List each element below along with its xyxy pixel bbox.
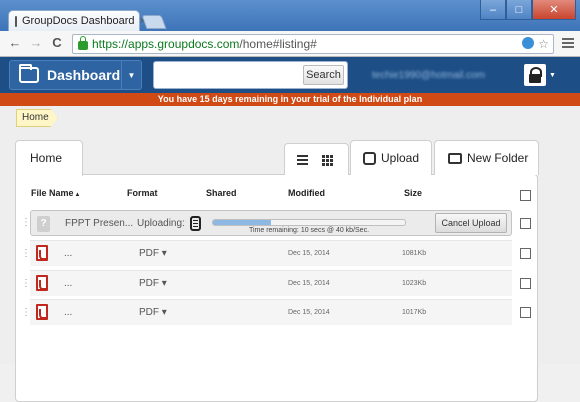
- file-size: 1017Kb: [402, 309, 427, 316]
- upload-icon: [363, 151, 376, 165]
- search-box: Search: [153, 61, 348, 89]
- maximize-icon[interactable]: □: [506, 0, 532, 20]
- drag-handle-icon[interactable]: ⋮: [21, 248, 31, 259]
- modified-date: Dec 15, 2014: [288, 280, 330, 287]
- upload-button[interactable]: Upload: [350, 140, 432, 175]
- upload-label: Upload: [381, 151, 420, 165]
- row-checkbox[interactable]: [520, 307, 531, 318]
- uploading-row: ? FPPT Presen... Uploading: Time remaini…: [30, 210, 512, 236]
- row-checkbox[interactable]: [520, 248, 531, 259]
- folder-icon: [19, 64, 39, 83]
- extension-icon[interactable]: [522, 37, 535, 49]
- dashboard-label: Dashboard: [47, 67, 121, 83]
- bookmark-star-icon[interactable]: ☆: [538, 37, 549, 51]
- drag-handle-icon[interactable]: ⋮: [21, 217, 31, 228]
- new-tab-button[interactable]: [141, 15, 167, 29]
- table-row[interactable]: ... PDF ▾ Dec 15, 2014 1081Kb: [30, 240, 512, 266]
- pdf-file-icon: [36, 275, 48, 291]
- file-size: 1081Kb: [402, 250, 427, 257]
- user-menu-caret-icon[interactable]: ▼: [549, 72, 556, 79]
- browser-toolbar: ← → C https://apps.groupdocs.com/home#li…: [0, 31, 580, 57]
- format-dropdown[interactable]: PDF ▾: [139, 278, 167, 289]
- select-all-checkbox[interactable]: [520, 190, 531, 201]
- search-button[interactable]: Search: [303, 65, 344, 85]
- minimize-icon[interactable]: –: [480, 0, 506, 20]
- sort-arrow-icon: ▲: [74, 192, 81, 198]
- new-folder-button[interactable]: New Folder: [434, 140, 539, 175]
- url-text: https://apps.groupdocs.com/home#listing#: [92, 37, 317, 51]
- breadcrumb[interactable]: Home: [16, 109, 58, 127]
- column-modified[interactable]: Modified: [288, 188, 325, 198]
- browser-tab[interactable]: GroupDocs Dashboard ×: [8, 10, 146, 31]
- modified-date: Dec 15, 2014: [288, 309, 330, 316]
- file-name[interactable]: ...: [64, 248, 72, 259]
- url-path: /home#listing#: [239, 37, 317, 51]
- browser-menu-icon[interactable]: [562, 36, 574, 50]
- browser-titlebar: GroupDocs Dashboard × – □ ✕: [0, 0, 580, 31]
- forward-icon[interactable]: →: [27, 35, 45, 50]
- mobile-device-icon: [190, 216, 201, 231]
- address-bar[interactable]: https://apps.groupdocs.com/home#listing#…: [72, 34, 554, 54]
- list-view-icon[interactable]: [297, 155, 308, 167]
- tab-home[interactable]: Home: [15, 140, 83, 176]
- pdf-file-icon: [36, 304, 48, 320]
- column-file-name[interactable]: File Name▲: [31, 188, 80, 198]
- close-window-icon[interactable]: ✕: [532, 0, 576, 20]
- table-row[interactable]: ... PDF ▾ Dec 15, 2014 1017Kb: [30, 299, 512, 325]
- drag-handle-icon[interactable]: ⋮: [21, 307, 31, 318]
- column-file-name-label: File Name: [31, 188, 74, 198]
- new-folder-icon: [448, 152, 462, 164]
- column-size[interactable]: Size: [404, 188, 422, 198]
- window-controls: – □ ✕: [480, 0, 576, 20]
- row-checkbox[interactable]: [520, 278, 531, 289]
- app-header: Dashboard ▼ Search techie1990@hotmail.co…: [0, 57, 580, 93]
- url-host: https://apps.groupdocs.com: [92, 37, 240, 51]
- file-name[interactable]: FPPT Presen...: [65, 218, 133, 229]
- file-name[interactable]: ...: [64, 278, 72, 289]
- column-shared[interactable]: Shared: [206, 188, 237, 198]
- file-size: 1023Kb: [402, 280, 427, 287]
- main-content: Home Home Upload New Folder File Name▲ F…: [0, 106, 580, 402]
- trial-banner: You have 15 days remaining in your trial…: [0, 93, 580, 106]
- upload-status: Uploading:: [137, 218, 185, 229]
- grid-view-icon[interactable]: [322, 155, 333, 166]
- modified-date: Dec 15, 2014: [288, 250, 330, 257]
- tab-home-label: Home: [30, 151, 63, 165]
- format-dropdown[interactable]: PDF ▾: [139, 307, 167, 318]
- chevron-down-icon[interactable]: ▼: [121, 61, 141, 89]
- user-email[interactable]: techie1990@hotmail.com: [372, 70, 485, 81]
- file-name[interactable]: ...: [64, 307, 72, 318]
- favicon-icon: [15, 15, 17, 27]
- lock-icon: [78, 36, 88, 50]
- pdf-file-icon: [36, 245, 48, 261]
- column-format[interactable]: Format: [127, 188, 158, 198]
- upload-progress-bar: [212, 219, 406, 226]
- dashboard-button[interactable]: Dashboard ▼: [9, 60, 142, 90]
- table-row[interactable]: ... PDF ▾ Dec 15, 2014 1023Kb: [30, 270, 512, 296]
- upload-progress-fill: [213, 220, 271, 225]
- back-icon[interactable]: ←: [6, 35, 24, 50]
- unknown-file-icon: ?: [37, 216, 50, 232]
- new-folder-label: New Folder: [467, 151, 529, 165]
- cancel-upload-button[interactable]: Cancel Upload: [435, 213, 507, 233]
- search-input[interactable]: [156, 64, 301, 86]
- drag-handle-icon[interactable]: ⋮: [21, 278, 31, 289]
- user-avatar-icon[interactable]: [524, 64, 546, 86]
- row-checkbox[interactable]: [520, 218, 531, 229]
- time-remaining: Time remaining: 10 secs @ 40 kb/Sec.: [248, 227, 370, 234]
- view-toggle: [284, 143, 349, 175]
- tab-title: GroupDocs Dashboard: [22, 15, 135, 27]
- format-dropdown[interactable]: PDF ▾: [139, 248, 167, 259]
- reload-icon[interactable]: C: [48, 35, 66, 50]
